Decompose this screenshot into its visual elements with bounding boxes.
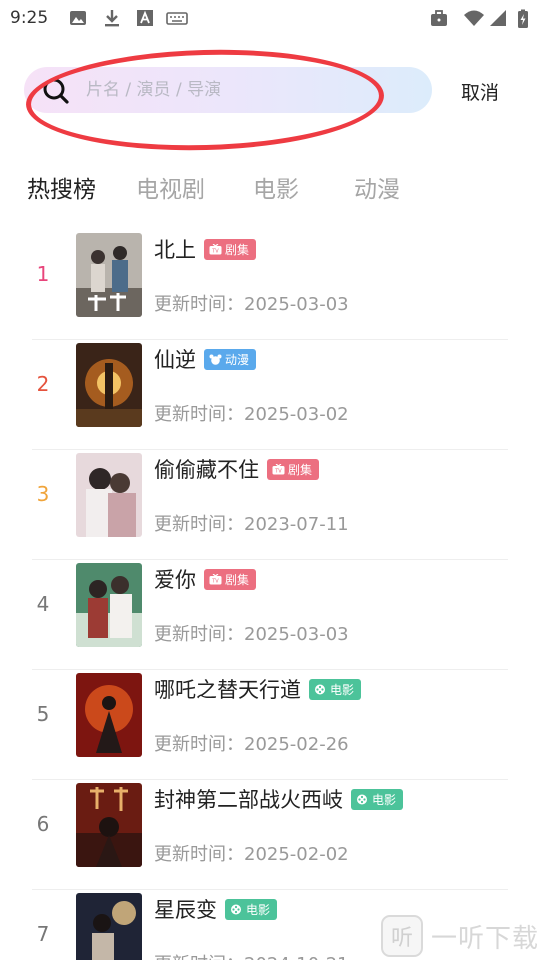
- rank-number: 3: [36, 482, 50, 506]
- update-time: 更新时间：2025-03-03: [154, 624, 349, 645]
- watermark-logo: 听: [381, 915, 423, 957]
- film-reel-icon: [357, 794, 367, 804]
- item-title: 哪吒之替天行道: [154, 678, 301, 702]
- poster-thumbnail[interactable]: [76, 233, 142, 317]
- update-time: 更新时间：2025-03-03: [154, 294, 349, 315]
- list-item[interactable]: 3 偷偷藏不住 TV 剧集 更新时间：2023-07-11: [32, 450, 508, 560]
- update-time: 更新时间：2025-03-02: [154, 404, 349, 425]
- tab-movie[interactable]: 电影: [253, 170, 299, 204]
- svg-text:TV: TV: [211, 578, 219, 584]
- rank-number: 1: [36, 262, 50, 286]
- poster-thumbnail[interactable]: [76, 453, 142, 537]
- tab-hot-search[interactable]: 热搜榜: [27, 170, 96, 204]
- rank-number: 5: [36, 702, 50, 726]
- category-badge: 电影: [225, 898, 278, 920]
- keyboard-icon: [166, 12, 188, 25]
- film-reel-icon: [231, 904, 241, 914]
- wifi-icon: [464, 10, 484, 26]
- rank-number: 6: [36, 812, 50, 836]
- update-time: 更新时间：2023-07-11: [154, 514, 349, 535]
- cancel-button[interactable]: 取消: [461, 78, 499, 105]
- watermark-text: 一听下载: [431, 923, 540, 954]
- item-title: 爱你: [154, 568, 196, 592]
- font-icon: [137, 10, 153, 26]
- status-bar: 9:25: [0, 0, 540, 38]
- svg-text:TV: TV: [211, 248, 219, 254]
- update-time: 更新时间：2025-02-02: [154, 844, 349, 865]
- poster-thumbnail[interactable]: [76, 343, 142, 427]
- rank-number: 2: [36, 372, 50, 396]
- item-title: 北上: [154, 238, 196, 262]
- item-title: 偷偷藏不住: [154, 458, 259, 482]
- category-badge: 动漫: [204, 348, 257, 370]
- update-time: 更新时间：2025-02-26: [154, 734, 349, 755]
- list-item[interactable]: 4 爱你 TV 剧集 更新时间：2025-03-03: [32, 560, 508, 670]
- signal-icon: [490, 10, 506, 26]
- category-badge: TV 剧集: [204, 238, 257, 260]
- list-item[interactable]: 5 哪吒之替天行道 电影 更新时间：2025-02-26: [32, 670, 508, 780]
- list-item[interactable]: 6 封神第二部战火西岐 电影 更新时间：2025-02-02: [32, 780, 508, 890]
- item-title: 星辰变: [154, 898, 217, 922]
- poster-thumbnail[interactable]: [76, 783, 142, 867]
- item-title: 仙逆: [154, 348, 196, 372]
- update-time: 更新时间：2024-10-21: [154, 950, 349, 960]
- poster-thumbnail[interactable]: [76, 673, 142, 757]
- tv-icon: TV: [272, 463, 285, 474]
- category-badge: 电影: [309, 678, 362, 700]
- tv-icon: TV: [209, 573, 222, 584]
- highlight-annotation: [24, 45, 386, 155]
- battery-charging-icon: [518, 9, 528, 28]
- list-item[interactable]: 1 北上 TV 剧集 更新时间：2025-03-03: [32, 230, 508, 340]
- rank-number: 4: [36, 592, 50, 616]
- tab-tv-series[interactable]: 电视剧: [136, 170, 205, 204]
- list-item[interactable]: 2 仙逆 动漫 更新时间：2025-03-02: [32, 340, 508, 450]
- watermark: 听 一听下载: [381, 915, 539, 957]
- briefcase-icon: [431, 10, 447, 26]
- category-badge: TV 剧集: [267, 458, 320, 480]
- poster-thumbnail[interactable]: [76, 893, 142, 960]
- tab-anime[interactable]: 动漫: [354, 170, 400, 204]
- item-title: 封神第二部战火西岐: [154, 788, 343, 812]
- rank-number: 7: [36, 922, 50, 946]
- poster-thumbnail[interactable]: [76, 563, 142, 647]
- download-icon: [105, 10, 119, 27]
- image-icon: [70, 11, 86, 25]
- anime-icon: [209, 354, 222, 365]
- category-badge: 电影: [351, 788, 404, 810]
- tv-icon: TV: [209, 243, 222, 254]
- film-reel-icon: [315, 684, 325, 694]
- category-badge: TV 剧集: [204, 568, 257, 590]
- status-time: 9:25: [10, 8, 49, 28]
- svg-text:TV: TV: [274, 468, 282, 474]
